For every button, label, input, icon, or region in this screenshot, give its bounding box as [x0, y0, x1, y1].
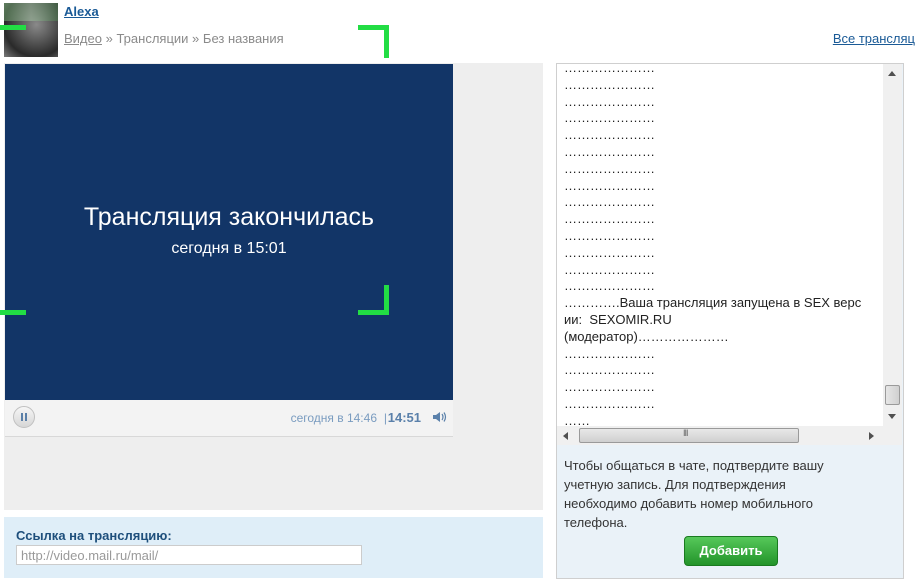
chat-line: ………………… [564, 64, 655, 75]
chat-line: ………………… [564, 93, 655, 109]
scroll-down-icon[interactable] [888, 414, 896, 419]
chat-log[interactable]: ………………… ………………… ………………… ………………… ………………… … [557, 64, 883, 426]
chat-confirm-message: Чтобы общаться в чате, подтвердите вашу … [564, 458, 824, 530]
stream-ended-time: сегодня в 15:01 [171, 240, 287, 257]
chat-line: ………………… [564, 76, 655, 92]
scroll-left-icon[interactable] [563, 432, 568, 440]
pause-icon[interactable] [13, 406, 35, 428]
chat-line: ………………… [564, 227, 655, 243]
breadcrumb-separator: » [192, 31, 200, 46]
scroll-thumb[interactable] [579, 428, 799, 443]
chat-line: ………………… [564, 244, 655, 260]
corner-bracket [358, 285, 389, 315]
user-name-link[interactable]: Alexa [64, 4, 99, 19]
chat-vertical-scrollbar[interactable] [883, 64, 902, 426]
breadcrumb-video-link[interactable]: Видео [64, 31, 102, 46]
chat-line: (модератор)………………… [564, 328, 729, 344]
corner-bracket [0, 285, 26, 315]
time-separator: | [383, 411, 387, 425]
breadcrumb: Видео » Трансляции » Без названия [64, 31, 284, 46]
chat-line: ………………… [564, 177, 655, 193]
breadcrumb-current: Без названия [202, 31, 284, 46]
stream-link-label: Ссылка на трансляцию: [16, 528, 172, 543]
current-time: 14:51 [387, 410, 421, 425]
chat-line: ………………… [564, 379, 655, 395]
scroll-right-icon[interactable] [869, 432, 874, 440]
volume-icon[interactable] [433, 411, 447, 423]
chat-line: ………………… [564, 362, 655, 378]
chat-messages: ………………… ………………… ………………… ………………… ………………… … [564, 64, 864, 426]
player-controls: сегодня в 14:46 | 14:51 [5, 400, 453, 437]
chat-line: ………………… [564, 127, 655, 143]
chat-horizontal-scrollbar[interactable] [557, 426, 902, 445]
stream-ended-title: Трансляция закончилась [83, 203, 375, 231]
chat-line: ………………… [564, 261, 655, 277]
chat-line: ………………… [564, 143, 655, 159]
chat-line: ………………… [564, 194, 655, 210]
add-phone-button[interactable]: Добавить [684, 536, 778, 566]
breadcrumb-streams: Трансляции [116, 31, 189, 46]
chat-line: ………………… [564, 110, 655, 126]
chat-line: ………………… [564, 278, 655, 294]
chat-line: ………………… [564, 211, 655, 227]
chat-line: ………………… [564, 345, 655, 361]
scroll-up-icon[interactable] [888, 71, 896, 76]
all-streams-link[interactable]: Все трансляц [833, 31, 915, 46]
breadcrumb-separator: » [105, 31, 113, 46]
stream-link-box: Ссылка на трансляцию: [4, 517, 543, 578]
video-screen[interactable]: Трансляция закончилась сегодня в 15:01 [5, 64, 453, 400]
stream-start-time: сегодня в 14:46 [290, 411, 377, 425]
scroll-thumb[interactable] [885, 385, 900, 405]
chat-line: …… [564, 412, 590, 426]
stream-link-input[interactable] [16, 545, 362, 565]
chat-line: ………………… [564, 395, 655, 411]
corner-bracket [358, 25, 389, 58]
corner-bracket [0, 25, 26, 59]
chat-line: ………………… [564, 160, 655, 176]
chat-line: ………….Ваша трансляция запущена в SEX верс… [564, 295, 862, 327]
